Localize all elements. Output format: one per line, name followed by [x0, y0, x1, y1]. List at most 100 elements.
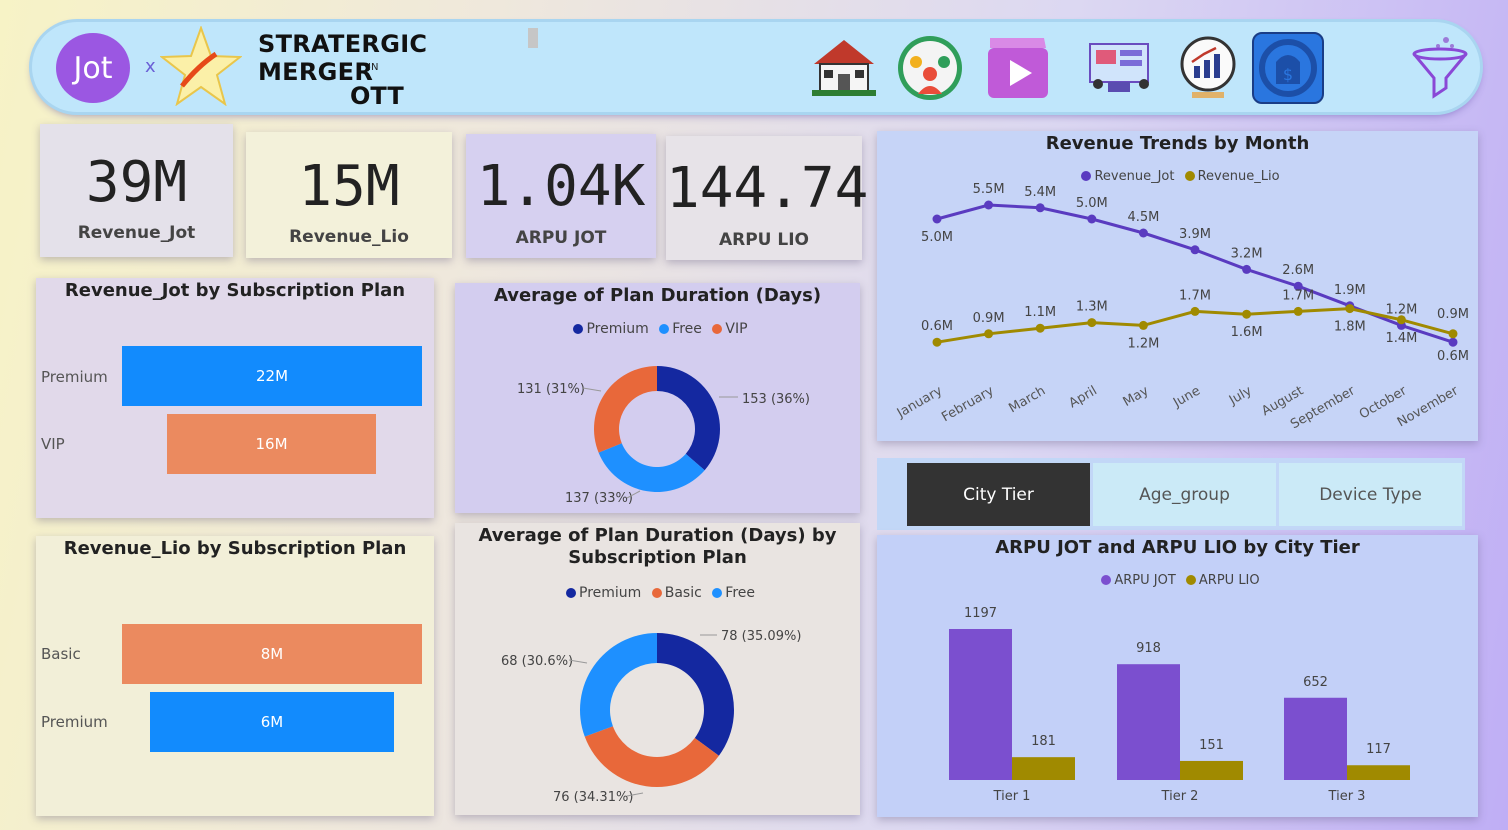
kpi-label: ARPU JOT	[515, 228, 607, 248]
bar-premium[interactable]: 22M	[122, 346, 422, 406]
data-label: 1.6M	[1231, 325, 1263, 340]
kpi-value: 15M	[298, 154, 400, 219]
slice-label-vip: 131 (31%)	[517, 382, 585, 397]
slice-label-premium: 153 (36%)	[742, 392, 810, 407]
bar-value-label: 1197	[964, 606, 997, 621]
donut-slice-premium	[657, 633, 734, 756]
bar-value-label: 117	[1366, 742, 1391, 757]
data-point	[1293, 306, 1303, 316]
x-tick-label: April	[1067, 383, 1100, 411]
revenue-trends-panel: Revenue Trends by Month Revenue_Jot Reve…	[877, 131, 1478, 441]
money-icon[interactable]: $	[1252, 32, 1324, 104]
kpi-value: 144.74	[666, 156, 869, 221]
data-label: 5.5M	[973, 182, 1005, 197]
tab-age-group[interactable]: Age_group	[1093, 463, 1276, 526]
x-tick-label: May	[1121, 383, 1152, 410]
data-point	[1190, 245, 1200, 255]
bar-arpu-jot	[949, 629, 1012, 780]
data-label: 1.7M	[1179, 288, 1211, 303]
data-label: 1.7M	[1282, 288, 1314, 303]
data-point	[1448, 329, 1458, 339]
plan-duration-by-plan-panel: Average of Plan Duration (Days) by Subsc…	[455, 523, 860, 815]
separator-x: x	[145, 56, 156, 77]
bar-basic[interactable]: 8M	[122, 624, 422, 684]
data-label: 3.9M	[1179, 227, 1211, 242]
bar-value-label: 918	[1136, 641, 1161, 656]
slice-label-premium: 78 (35.09%)	[721, 629, 801, 644]
kpi-value: 1.04K	[476, 154, 646, 219]
kpi-revenue-lio: 15M Revenue_Lio	[246, 132, 452, 258]
data-label: 1.8M	[1334, 320, 1366, 335]
x-tick-label: January	[894, 383, 945, 421]
kpi-revenue-jot: 39M Revenue_Jot	[40, 124, 233, 257]
category-label: Premium	[41, 713, 108, 731]
x-tick-label: Tier 2	[1161, 789, 1199, 804]
slice-label-free: 68 (30.6%)	[501, 654, 573, 669]
filter-icon[interactable]	[1404, 32, 1476, 104]
data-point	[1396, 315, 1406, 325]
data-point	[1087, 214, 1097, 224]
category-label: Premium	[41, 368, 108, 386]
x-tick-label: June	[1170, 383, 1203, 411]
bar-vip[interactable]: 16M	[167, 414, 376, 474]
growth-chart-icon[interactable]	[1172, 32, 1244, 104]
category-label: VIP	[41, 435, 65, 453]
grouped-bar-chart: 1197 181 Tier 1 918 151 Tier 2 652 117 Tier 3	[949, 606, 1410, 804]
slice-label-free: 137 (33%)	[565, 491, 633, 506]
plan-duration-panel: Average of Plan Duration (Days) Premium …	[455, 283, 860, 513]
data-point	[932, 337, 942, 347]
x-tick-label: March	[1006, 383, 1048, 416]
kpi-label: Revenue_Lio	[289, 227, 409, 247]
x-tick-label: July	[1226, 383, 1255, 408]
arpu-tier-panel: ARPU JOT and ARPU LIO by City Tier ARPU …	[877, 535, 1478, 817]
bar-arpu-lio	[1180, 760, 1243, 780]
kpi-label: ARPU LIO	[718, 230, 810, 250]
data-point	[1242, 309, 1252, 319]
jot-logo: Jot	[56, 33, 130, 103]
data-label: 1.1M	[1024, 305, 1056, 320]
tab-device-type[interactable]: Device Type	[1279, 463, 1462, 526]
slice-label-basic: 76 (34.31%)	[553, 790, 633, 805]
tab-city-tier[interactable]: City Tier	[907, 463, 1090, 526]
x-tick-label: Tier 1	[993, 789, 1031, 804]
dashboard-subtitle: OTT	[350, 82, 404, 110]
data-label: 0.9M	[973, 311, 1005, 326]
data-label: 5.4M	[1024, 185, 1056, 200]
data-point	[984, 200, 994, 210]
bar-arpu-jot	[1284, 697, 1347, 780]
data-label: 5.0M	[921, 230, 953, 245]
data-label: 1.4M	[1385, 331, 1417, 346]
bar-value-label: 181	[1031, 734, 1056, 749]
donut-chart-2: 78 (35.09%) 76 (34.31%) 68 (30.6%)	[501, 629, 801, 805]
data-point	[1242, 264, 1252, 274]
bar-value-label: 652	[1303, 675, 1328, 690]
data-label: 1.2M	[1385, 302, 1417, 317]
series-line-revenue_jot	[936, 203, 1454, 344]
bar-premium[interactable]: 6M	[150, 692, 394, 752]
x-tick-label: Tier 3	[1328, 789, 1366, 804]
data-point	[1448, 337, 1458, 347]
kpi-arpu-jot: 1.04K ARPU JOT	[466, 134, 656, 258]
dashboard-title: STRATERGIC MERGER	[258, 30, 428, 86]
data-label: 3.2M	[1231, 246, 1263, 261]
dashboard-title-in: IN	[368, 62, 379, 73]
bar-value-label: 151	[1199, 738, 1224, 753]
data-label: 1.3M	[1076, 300, 1108, 315]
svg-text:$: $	[1283, 65, 1293, 84]
presentation-icon[interactable]	[1084, 32, 1156, 104]
people-group-icon[interactable]	[894, 32, 966, 104]
kpi-arpu-lio: 144.74 ARPU LIO	[666, 136, 869, 260]
text-cursor-marker	[528, 28, 538, 48]
video-play-icon[interactable]	[982, 32, 1054, 104]
data-point	[984, 329, 994, 339]
data-label: 1.2M	[1127, 336, 1159, 351]
data-label: 1.9M	[1334, 283, 1366, 298]
home-icon[interactable]	[808, 32, 880, 104]
data-label: 0.6M	[921, 319, 953, 334]
bar-arpu-lio	[1012, 757, 1075, 780]
kpi-value: 39M	[85, 150, 188, 215]
data-label: 0.9M	[1437, 307, 1469, 322]
donut-slice-premium	[657, 366, 720, 471]
data-point	[1087, 318, 1097, 328]
data-point	[1035, 323, 1045, 333]
